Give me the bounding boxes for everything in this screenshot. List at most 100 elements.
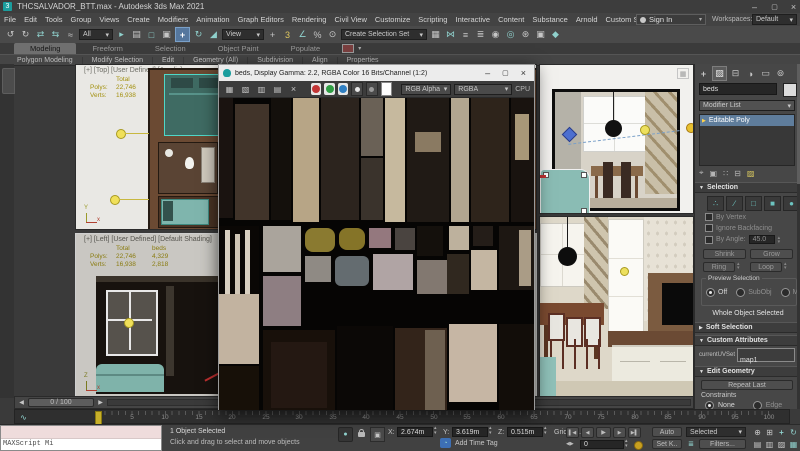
menu-scripting[interactable]: Scripting — [414, 15, 451, 24]
tab-object-paint[interactable]: Object Paint — [202, 43, 275, 54]
grow-button[interactable]: Grow — [750, 249, 793, 259]
modifier-stack[interactable]: ▶ Editable Poly — [699, 114, 795, 166]
selection-filter-dropdown[interactable]: All▾ — [79, 29, 113, 40]
panel-polygon-modeling[interactable]: Polygon Modeling — [8, 57, 83, 64]
tab-selection[interactable]: Selection — [139, 43, 202, 54]
loop-button[interactable]: Loop — [750, 262, 782, 272]
minimize-button[interactable]: – — [748, 0, 761, 13]
object-name-field[interactable] — [699, 83, 777, 95]
maximize-button[interactable]: ▢ — [768, 0, 781, 13]
mono-channel-toggle[interactable] — [351, 82, 363, 96]
x-spinner[interactable]: ▴▾ — [434, 426, 437, 436]
blue-channel-toggle[interactable] — [338, 83, 348, 95]
selection-lock-icon[interactable] — [358, 432, 365, 437]
play-button[interactable]: ▶ — [596, 427, 611, 438]
clear-image-icon[interactable]: × — [287, 83, 300, 96]
window-crossing-icon[interactable]: ▣ — [160, 28, 173, 41]
menu-content[interactable]: Content — [494, 15, 528, 24]
soft-selection-rollout-header[interactable]: ▶Soft Selection — [695, 322, 800, 333]
next-frame-arrow[interactable]: ▶ — [96, 396, 105, 409]
go-to-start-button[interactable]: ▌◀ — [566, 427, 579, 438]
mini-curve-editor-button[interactable]: ∿ — [17, 411, 30, 424]
tab-populate[interactable]: Populate — [275, 43, 337, 54]
z-spinner[interactable]: ▴▾ — [544, 426, 547, 436]
nav-pan2-icon[interactable]: ▥ — [764, 439, 775, 450]
modifier-list-dropdown[interactable]: Modifier List▾ — [699, 100, 795, 111]
by-angle-checkbox[interactable] — [705, 236, 713, 244]
selection-rollout-header[interactable]: ▼Selection — [695, 182, 800, 193]
shrink-button[interactable]: Shrink — [703, 249, 746, 259]
render-window-title-bar[interactable]: beds, Display Gamma: 2.2, RGBA Color 16 … — [219, 65, 534, 81]
menu-modifiers[interactable]: Modifiers — [154, 15, 192, 24]
stack-expand-arrow[interactable]: ▶ — [702, 118, 706, 124]
make-unique-icon[interactable]: ∷ — [723, 169, 728, 178]
previous-frame-button[interactable]: ◀ — [581, 427, 594, 438]
viewport-left-label[interactable]: [+] [Left] [User Defined] [Default Shadi… — [84, 236, 212, 243]
print-image-icon[interactable]: ▤ — [271, 83, 284, 96]
preview-subobj-radio[interactable] — [736, 288, 745, 297]
frame-buffer-dropdown[interactable]: RGBA▾ — [454, 84, 512, 95]
constraint-none-radio[interactable] — [705, 401, 714, 409]
y-spinner[interactable]: ▴▾ — [489, 426, 492, 436]
viewport-camera[interactable]: ▦ — [539, 64, 694, 214]
rendered-frame-window-icon[interactable]: ▣ — [534, 28, 547, 41]
current-uv-set-field[interactable]: map1 — [737, 348, 795, 362]
nav-zoom-icon[interactable]: ⊕ — [752, 427, 763, 438]
menu-arnold[interactable]: Arnold — [572, 15, 602, 24]
modify-tab-icon[interactable]: ▨ — [712, 66, 727, 81]
filters-button[interactable]: Filters... — [699, 439, 746, 449]
loop-spinner[interactable]: ▴▾ — [784, 262, 787, 270]
edit-geometry-rollout-header[interactable]: ▼Edit Geometry — [695, 366, 800, 377]
menu-edit[interactable]: Edit — [20, 15, 41, 24]
menu-rendering[interactable]: Rendering — [288, 15, 331, 24]
select-and-move-icon[interactable]: + — [175, 27, 190, 42]
pin-stack-icon[interactable]: ⌖ — [699, 168, 704, 178]
preview-multi-radio[interactable] — [781, 288, 790, 297]
align-icon[interactable]: ≡ — [459, 28, 472, 41]
ring-spinner[interactable]: ▴▾ — [737, 262, 740, 270]
absolute-mode-icon[interactable]: ▣ — [370, 427, 385, 442]
edge-subobject-icon[interactable]: ∕ — [726, 196, 743, 211]
mirror-icon[interactable]: ⋈ — [444, 28, 457, 41]
render-production-icon[interactable]: ◆ — [549, 28, 562, 41]
add-time-tag[interactable]: Add Time Tag — [455, 440, 498, 447]
viewport-layout-tab[interactable] — [2, 68, 15, 94]
create-tab-icon[interactable]: + — [697, 67, 710, 80]
menu-substance[interactable]: Substance — [528, 15, 571, 24]
panel-subdivision[interactable]: Subdivision — [248, 57, 303, 64]
alpha-channel-toggle[interactable] — [366, 82, 378, 96]
constraint-edge-radio[interactable] — [753, 401, 762, 409]
object-color-swatch[interactable] — [783, 83, 797, 97]
repeat-last-button[interactable]: Repeat Last — [701, 380, 793, 390]
x-coordinate-field[interactable]: 2.674m — [397, 427, 433, 437]
close-button[interactable]: × — [787, 0, 800, 13]
background-color-swatch[interactable] — [381, 82, 393, 96]
material-editor-icon[interactable]: ◎ — [504, 28, 517, 41]
tab-freeform[interactable]: Freeform — [76, 43, 138, 54]
copy-image-icon[interactable]: ▧ — [239, 83, 252, 96]
graph-editors-icon[interactable]: ◉ — [489, 28, 502, 41]
rectangular-selection-region-icon[interactable]: □ — [145, 28, 158, 41]
red-channel-toggle[interactable] — [311, 83, 321, 95]
ring-button[interactable]: Ring — [703, 262, 735, 272]
key-filter-dropdown[interactable]: Selected▾ — [686, 427, 746, 437]
track-bar-frame-handle[interactable] — [95, 411, 102, 425]
y-coordinate-field[interactable]: 3.619m — [452, 427, 488, 437]
clone-window-icon[interactable]: ▥ — [255, 83, 268, 96]
edit-named-selection-sets-icon[interactable]: ▦ — [429, 28, 442, 41]
ribbon-minimize-icon[interactable]: ▾ — [358, 45, 361, 52]
current-frame-field[interactable]: 0 — [580, 440, 624, 449]
create-selection-set-dropdown[interactable]: Create Selection Set▾ — [341, 29, 427, 40]
menu-civil-view[interactable]: Civil View — [330, 15, 370, 24]
menu-graph-editors[interactable]: Graph Editors — [234, 15, 288, 24]
remove-modifier-icon[interactable]: ⊟ — [734, 169, 741, 178]
set-key-button[interactable]: Set K.. — [652, 439, 682, 449]
maxscript-mini-listener[interactable]: MAXScript Mi — [0, 425, 162, 451]
viewport-perspective[interactable] — [539, 216, 694, 398]
menu-animation[interactable]: Animation — [192, 15, 233, 24]
render-maximize-button[interactable]: ▢ — [498, 69, 513, 77]
polygon-subobject-icon[interactable]: ■ — [764, 196, 781, 211]
by-angle-spinner[interactable]: ▴▾ — [778, 236, 781, 244]
custom-attributes-rollout-header[interactable]: ▼Custom Attributes — [695, 335, 800, 346]
nav-orbit-icon[interactable]: ↻ — [788, 427, 799, 438]
